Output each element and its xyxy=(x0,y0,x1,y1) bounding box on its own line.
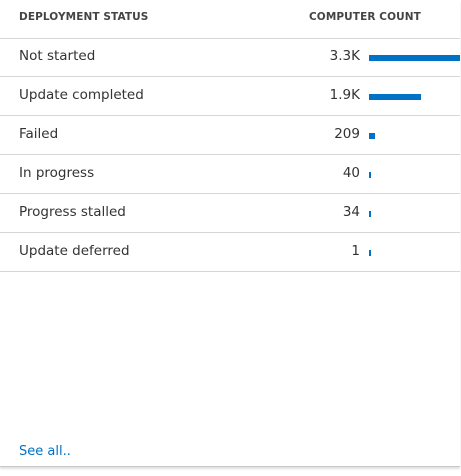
computer-count: 40 xyxy=(342,165,360,181)
status-label: Not started xyxy=(19,48,96,64)
status-label: Progress stalled xyxy=(19,204,126,220)
table-row[interactable]: Update deferred 1 xyxy=(0,233,460,272)
computer-count: 1 xyxy=(351,243,360,259)
table-row[interactable]: Failed 209 xyxy=(0,116,460,155)
status-label: In progress xyxy=(19,165,95,181)
status-label: Failed xyxy=(19,126,59,142)
computer-count: 34 xyxy=(342,204,360,220)
table-row[interactable]: Update completed 1.9K xyxy=(0,77,460,116)
status-label: Update completed xyxy=(19,87,144,103)
count-bar xyxy=(369,94,421,100)
table-row[interactable]: Not started 3.3K xyxy=(0,38,460,77)
see-all-link[interactable]: See all.. xyxy=(19,444,71,459)
count-bar xyxy=(369,133,375,139)
computer-count: 1.9K xyxy=(329,87,360,103)
count-bar xyxy=(369,55,460,61)
table-header: DEPLOYMENT STATUS COMPUTER COUNT xyxy=(0,0,460,39)
table-row[interactable]: Progress stalled 34 xyxy=(0,194,460,233)
count-bar xyxy=(369,172,371,178)
deployment-status-column-header: DEPLOYMENT STATUS xyxy=(19,11,149,23)
count-bar xyxy=(369,250,371,256)
computer-count: 209 xyxy=(334,126,360,142)
computer-count: 3.3K xyxy=(329,48,360,64)
status-label: Update deferred xyxy=(19,243,130,259)
deployment-status-panel: DEPLOYMENT STATUS COMPUTER COUNT Not sta… xyxy=(0,0,460,467)
status-list: Not started 3.3K Update completed 1.9K F… xyxy=(0,38,460,272)
count-bar xyxy=(369,211,371,217)
computer-count-column-header: COMPUTER COUNT xyxy=(309,11,421,23)
table-row[interactable]: In progress 40 xyxy=(0,155,460,194)
